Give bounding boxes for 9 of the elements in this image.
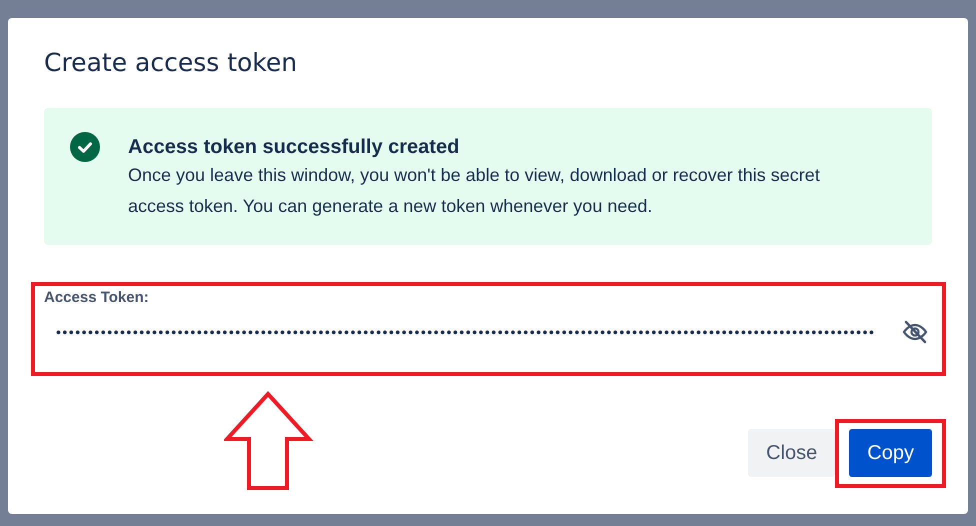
close-button[interactable]: Close xyxy=(748,429,836,477)
banner-message: Once you leave this window, you won't be able to view, download or recover this secret access token. You can generate a new token whenever you need. xyxy=(128,164,821,218)
banner-heading: Access token successfully created xyxy=(128,135,460,160)
copy-button[interactable]: Copy xyxy=(849,429,932,477)
check-circle-icon xyxy=(70,132,100,162)
eye-slash-icon[interactable] xyxy=(902,319,928,345)
field-label: Access Token: xyxy=(44,289,150,307)
dialog-title: Create access token xyxy=(44,48,298,79)
token-field[interactable]: •••••••••••••••••••••••••••••••••••••••••••••••••••••••••••••••••••••••••••••••••••••••••••••••••••••••••••••••••••••••••••••••• xyxy=(44,307,932,345)
